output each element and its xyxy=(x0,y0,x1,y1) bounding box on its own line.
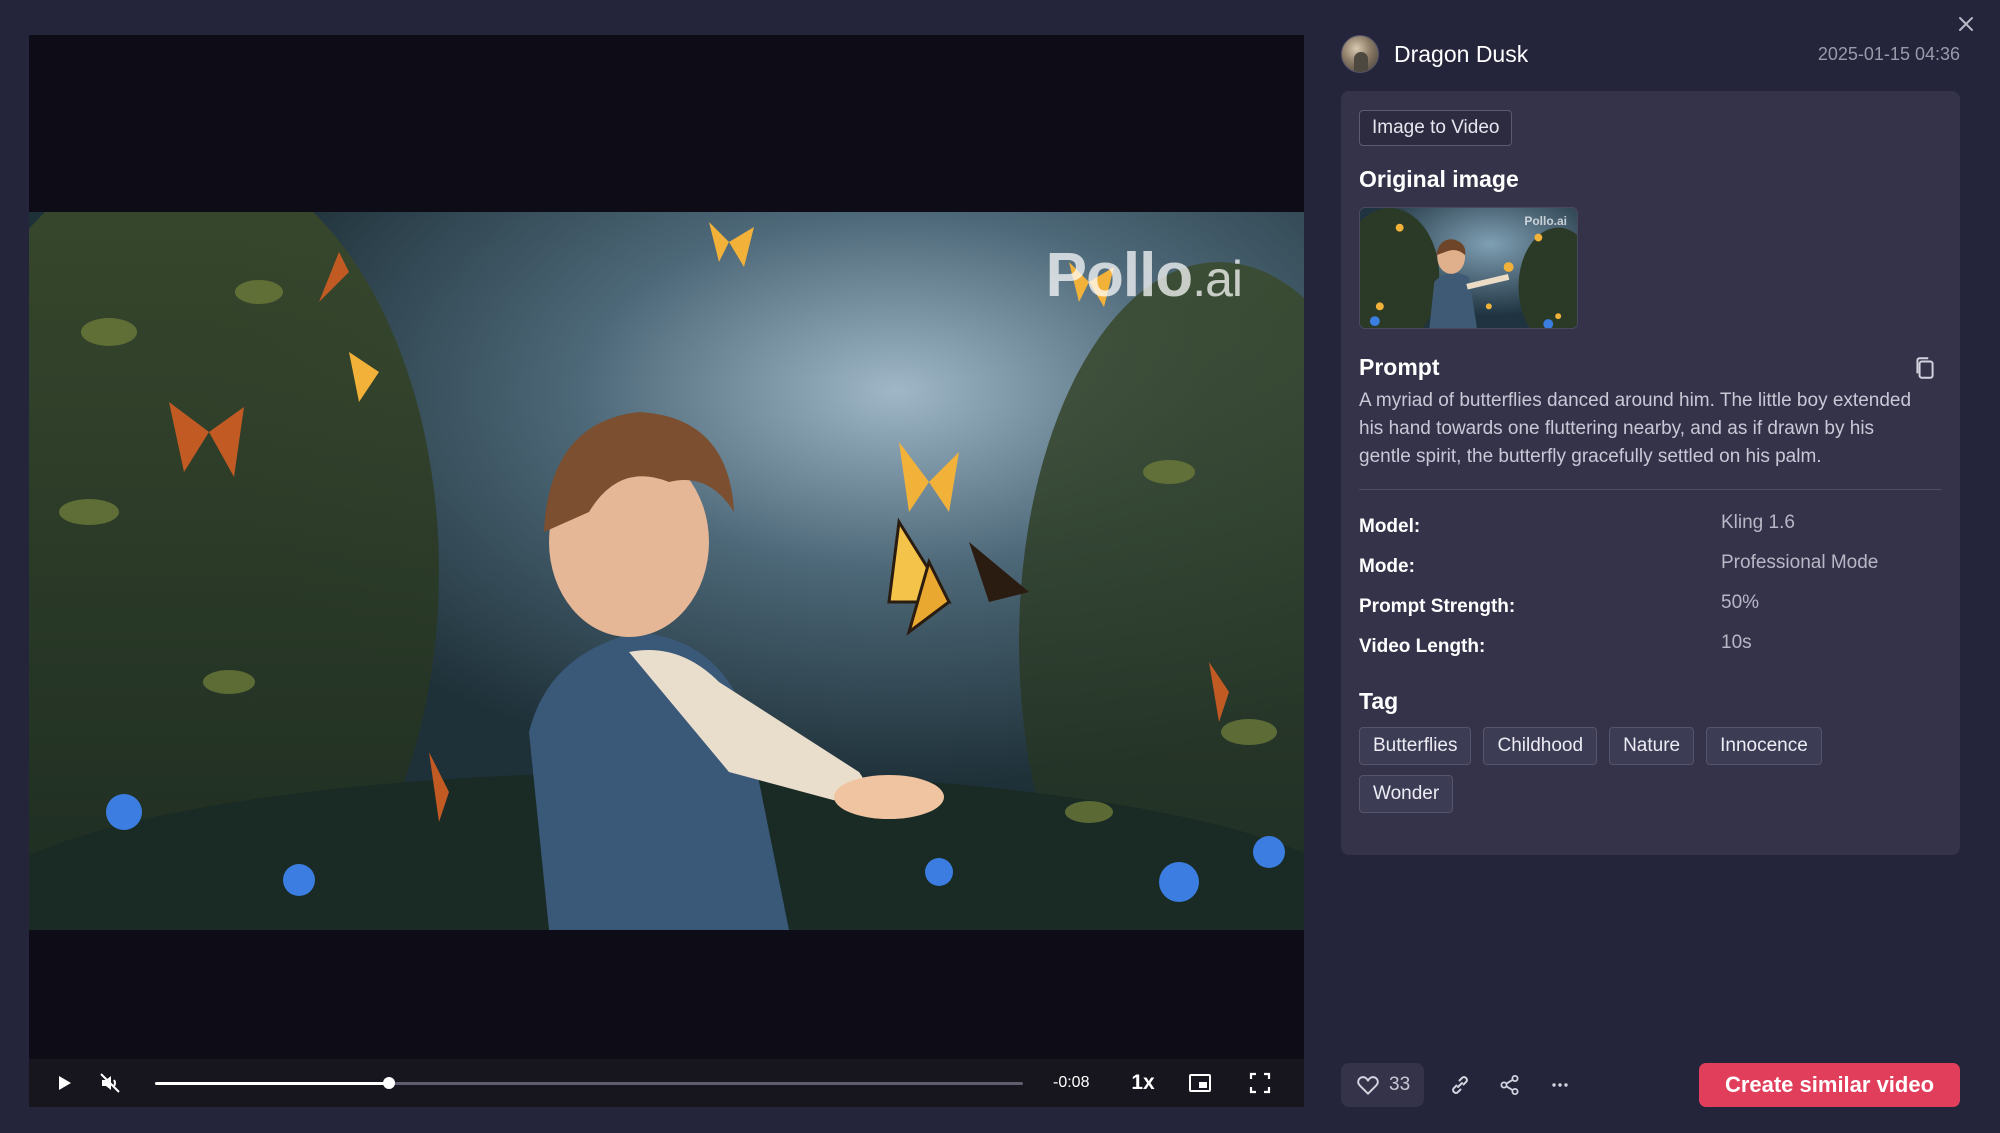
action-bar: 33 Create similar video xyxy=(1341,1063,1960,1107)
heart-icon xyxy=(1357,1076,1379,1095)
mute-button[interactable] xyxy=(87,1063,133,1103)
spec-row-model: Model: Kling 1.6 xyxy=(1359,512,1942,552)
player-controls: -0:08 1x xyxy=(29,1059,1304,1107)
fullscreen-icon xyxy=(1249,1072,1271,1094)
watermark: Pollo.ai xyxy=(1045,241,1243,310)
video-player[interactable]: Pollo.ai -0:08 1x xyxy=(29,35,1304,1107)
details-panel: Dragon Dusk 2025-01-15 04:36 Image to Vi… xyxy=(1341,0,1960,1133)
specs-list: Model: Kling 1.6 Mode: Professional Mode… xyxy=(1359,512,1942,672)
spec-key: Model: xyxy=(1359,516,1421,537)
details-card: Image to Video Original image Pollo.ai P… xyxy=(1341,91,1960,855)
more-options-button[interactable] xyxy=(1540,1065,1580,1105)
share-icon xyxy=(1500,1075,1519,1095)
tag-butterflies[interactable]: Butterflies xyxy=(1359,727,1472,765)
progress-handle[interactable] xyxy=(383,1077,396,1089)
type-badge: Image to Video xyxy=(1359,110,1513,146)
more-icon xyxy=(1552,1083,1568,1087)
muted-speaker-icon xyxy=(100,1073,120,1093)
prompt-text: A myriad of butterflies danced around hi… xyxy=(1359,390,1912,467)
spec-value: Kling 1.6 xyxy=(1721,512,1795,533)
tag-title: Tag xyxy=(1359,688,1399,714)
fullscreen-button[interactable] xyxy=(1237,1063,1283,1103)
play-icon xyxy=(59,1076,71,1090)
video-image xyxy=(29,212,1304,930)
original-image-title: Original image xyxy=(1359,166,1519,192)
progress-bar[interactable] xyxy=(155,1073,1023,1093)
author-header: Dragon Dusk 2025-01-15 04:36 xyxy=(1341,35,1960,73)
picture-in-picture-icon xyxy=(1189,1074,1211,1092)
spec-key: Prompt Strength: xyxy=(1359,596,1516,617)
prompt-title: Prompt xyxy=(1359,354,1440,380)
copy-prompt-button[interactable] xyxy=(1912,355,1938,381)
divider xyxy=(1359,489,1942,490)
avatar[interactable] xyxy=(1341,35,1379,73)
remaining-time: -0:08 xyxy=(1053,1074,1090,1091)
copy-link-button[interactable] xyxy=(1440,1065,1480,1105)
create-similar-video-button[interactable]: Create similar video xyxy=(1699,1063,1960,1107)
tag-list: Butterflies Childhood Nature Innocence W… xyxy=(1359,727,1919,813)
share-button[interactable] xyxy=(1490,1065,1530,1105)
tag-innocence[interactable]: Innocence xyxy=(1706,727,1822,765)
spec-key: Mode: xyxy=(1359,556,1415,577)
spec-value: 50% xyxy=(1721,592,1760,613)
thumbnail-watermark: Pollo.ai xyxy=(1524,214,1567,228)
timestamp: 2025-01-15 04:36 xyxy=(1817,43,1960,64)
progress-fill xyxy=(155,1082,390,1085)
spec-row-video-length: Video Length: 10s xyxy=(1359,632,1942,672)
username[interactable]: Dragon Dusk xyxy=(1394,41,1528,68)
spec-row-mode: Mode: Professional Mode xyxy=(1359,552,1942,592)
spec-value: Professional Mode xyxy=(1721,552,1879,573)
picture-in-picture-button[interactable] xyxy=(1177,1063,1223,1103)
spec-value: 10s xyxy=(1721,632,1752,653)
playback-speed-button[interactable]: 1x xyxy=(1123,1071,1163,1095)
original-image-thumbnail[interactable]: Pollo.ai xyxy=(1359,207,1578,329)
like-count: 33 xyxy=(1389,1074,1411,1095)
tag-nature[interactable]: Nature xyxy=(1609,727,1695,765)
prompt-header: Prompt xyxy=(1359,354,1942,381)
video-frame[interactable]: Pollo.ai xyxy=(29,212,1304,930)
spec-row-prompt-strength: Prompt Strength: 50% xyxy=(1359,592,1942,632)
like-button[interactable]: 33 xyxy=(1341,1063,1425,1107)
tag-childhood[interactable]: Childhood xyxy=(1483,727,1598,765)
link-icon xyxy=(1452,1076,1469,1094)
copy-icon xyxy=(1916,356,1934,379)
play-button[interactable] xyxy=(41,1063,87,1103)
spec-key: Video Length: xyxy=(1359,636,1486,657)
tag-wonder[interactable]: Wonder xyxy=(1359,775,1454,813)
